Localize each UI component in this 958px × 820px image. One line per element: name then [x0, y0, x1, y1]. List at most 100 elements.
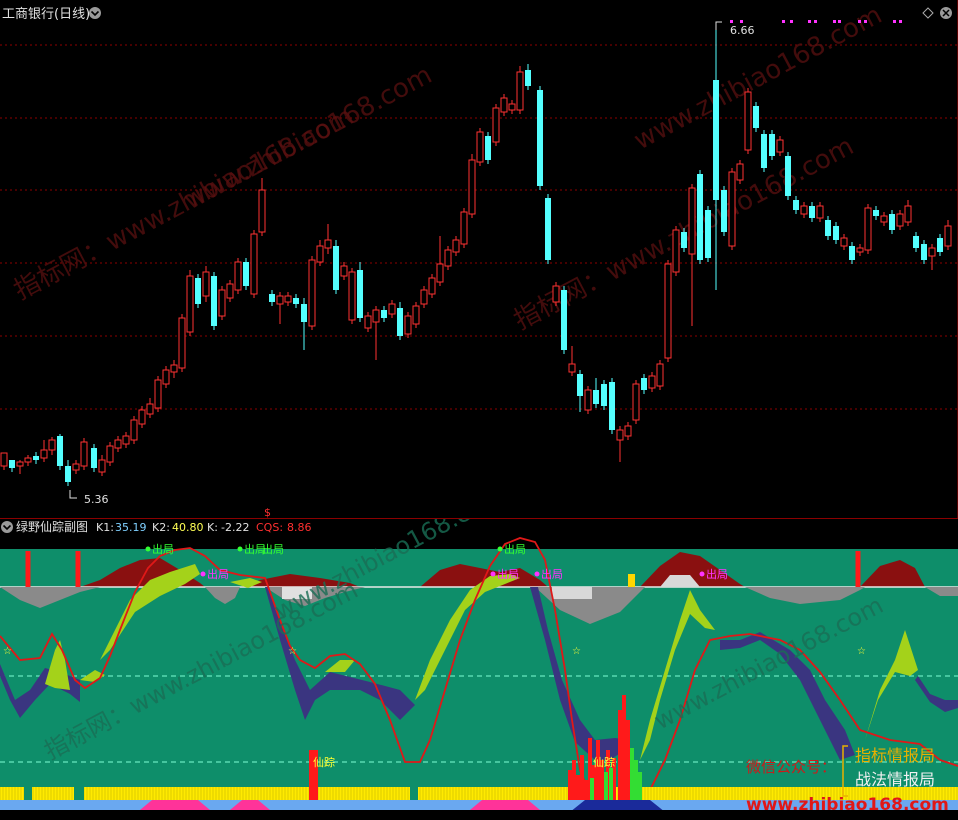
main-price-panel[interactable]: 指标网：www.zhibiao168.com www.zhibiao168.com…: [0, 0, 958, 518]
candle: [40, 440, 48, 462]
close-icon[interactable]: [940, 7, 952, 19]
histogram-bar-red: [622, 695, 626, 800]
k1-label: K1:: [96, 521, 114, 534]
candle: [593, 378, 599, 408]
candle-body: [485, 136, 491, 160]
candle: [601, 380, 607, 410]
k1-value: 35.19: [115, 521, 147, 534]
candle-body: [333, 246, 339, 290]
candle: [9, 460, 15, 472]
candle-body: [340, 265, 348, 277]
candle: [258, 178, 266, 236]
candle-body: [122, 435, 130, 445]
candle: [648, 372, 656, 392]
diamond-icon[interactable]: [922, 7, 934, 19]
candle-body: [444, 249, 452, 267]
candle-body: [500, 97, 508, 113]
candle: [545, 194, 551, 264]
candle: [492, 104, 500, 146]
exit-signal-label: 出局: [152, 542, 174, 556]
candle: [825, 216, 831, 240]
low-marker-line: [69, 490, 77, 499]
candle: [769, 130, 775, 160]
candle-body: [833, 226, 839, 240]
candle: [552, 282, 560, 306]
candlestick-series[interactable]: [0, 22, 952, 486]
histogram-bar-red: [572, 760, 576, 800]
candle: [372, 306, 380, 360]
candle: [122, 432, 130, 448]
star-icon: ☆: [857, 646, 866, 657]
bottom-pink-trapezoid: [140, 800, 210, 810]
star-icon: ☆: [288, 646, 297, 657]
candle: [404, 312, 412, 338]
price-gridlines: [0, 0, 958, 518]
candle-body: [937, 238, 943, 252]
candle-body: [250, 233, 258, 295]
candle-body: [468, 159, 476, 215]
indicator-chart[interactable]: ☆☆☆☆ www.zhibiao168.com指标网：www.zhibiao16…: [0, 518, 958, 820]
candle: [226, 280, 234, 302]
exit-signal-label: 出局: [262, 542, 284, 556]
candle-body: [48, 439, 56, 451]
trace-signal-label: 仙踪: [593, 755, 615, 769]
k2-label: K2:: [152, 521, 170, 534]
candle: [218, 286, 226, 320]
histogram-bar-green: [630, 748, 634, 800]
candle: [624, 422, 632, 440]
candle-body: [114, 439, 122, 449]
candle-body: [728, 171, 736, 247]
candle: [921, 240, 927, 264]
candle: [452, 236, 460, 256]
candle: [91, 444, 97, 472]
candle-body: [65, 466, 71, 482]
candle: [849, 242, 855, 264]
candle-body: [516, 71, 524, 111]
candle-body: [641, 378, 647, 390]
candle-body: [537, 90, 543, 186]
candle-body: [944, 225, 952, 247]
low-price-label: 5.36: [84, 493, 109, 506]
candle: [485, 132, 491, 164]
candle: [856, 244, 864, 256]
trace-signal-label: 仙踪: [313, 755, 335, 769]
candle-body: [632, 383, 640, 421]
candle: [816, 202, 824, 222]
candle-body: [170, 364, 178, 373]
candle-body: [226, 283, 234, 299]
histogram-bar-green: [604, 772, 608, 800]
indicator-panel[interactable]: ☆☆☆☆ www.zhibiao168.com指标网：www.zhibiao16…: [0, 518, 958, 820]
candle: [664, 260, 672, 362]
candle-body: [593, 390, 599, 404]
candle: [65, 460, 71, 486]
candle-body: [849, 246, 855, 260]
candle: [672, 226, 680, 276]
candle-body: [372, 309, 380, 323]
histogram-bar-red: [568, 770, 572, 800]
candle: [80, 438, 88, 470]
candle: [48, 437, 56, 455]
candle: [211, 272, 217, 330]
dropdown-icon[interactable]: [89, 7, 101, 19]
k-value: -2.22: [221, 521, 249, 534]
candle-body: [72, 463, 80, 471]
candle-body: [793, 200, 799, 210]
candle-body: [276, 295, 284, 305]
candle: [130, 416, 138, 444]
indicator-menu-icon[interactable]: [1, 521, 13, 533]
candle-body: [776, 139, 784, 153]
candle: [364, 312, 372, 332]
promo-url[interactable]: www.zhibiao168.com: [746, 795, 949, 815]
candle-body: [697, 174, 703, 260]
candle-body: [40, 449, 48, 459]
candle: [713, 22, 719, 290]
candle: [170, 360, 178, 378]
candle: [308, 256, 316, 330]
candle: [508, 100, 516, 114]
candle-body: [896, 213, 904, 227]
candle: [72, 460, 80, 474]
candle: [460, 208, 468, 248]
candle-body: [736, 163, 744, 181]
exit-signal-label-magenta: 出局: [497, 567, 519, 581]
candlestick-chart[interactable]: 指标网：www.zhibiao168.comwww.zhibiao168.com…: [0, 0, 958, 518]
